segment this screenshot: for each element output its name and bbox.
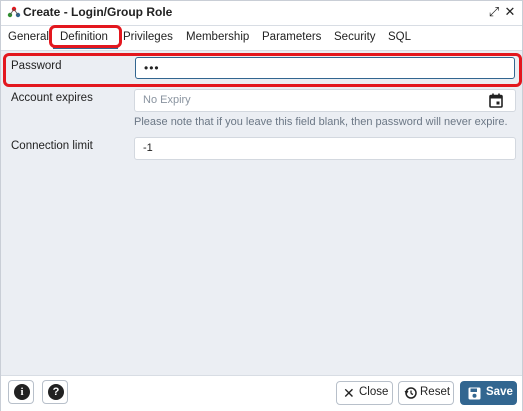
account-expires-label: Account expires [11,92,93,104]
create-login-role-dialog: Create - Login/Group Role ⤢ ✕ General De… [0,0,523,411]
info-button[interactable]: i [8,380,34,404]
password-row-highlight-box [3,53,522,87]
reset-icon [404,387,417,399]
tab-sql[interactable]: SQL [388,31,411,43]
pgadmin-role-icon [7,6,21,18]
account-expires-hint: Please note that if you leave this field… [134,116,508,128]
tab-highlight-box [49,25,122,48]
close-x-icon: ✕ [343,385,355,401]
expand-icon[interactable]: ⤢ [487,5,501,19]
save-icon [468,387,481,400]
reset-button[interactable]: Reset [398,381,454,405]
title-bar[interactable]: Create - Login/Group Role ⤢ ✕ [1,1,522,26]
account-expires-placeholder: No Expiry [143,94,191,106]
close-button[interactable]: ✕ Close [336,381,393,405]
connection-limit-label: Connection limit [11,140,93,152]
calendar-icon[interactable] [489,93,503,108]
account-expires-field[interactable]: No Expiry [134,89,516,112]
tab-membership[interactable]: Membership [186,31,249,43]
tab-parameters[interactable]: Parameters [262,31,321,43]
close-icon[interactable]: ✕ [503,5,517,19]
dialog-title: Create - Login/Group Role [23,5,173,19]
help-button[interactable]: ? [42,380,68,404]
save-button[interactable]: Save [460,381,517,405]
tab-security[interactable]: Security [334,31,376,43]
info-icon: i [14,384,30,400]
connection-limit-field[interactable]: -1 [134,137,516,160]
tab-privileges[interactable]: Privileges [123,31,173,43]
help-icon: ? [48,384,64,400]
tab-general[interactable]: General [8,31,49,43]
